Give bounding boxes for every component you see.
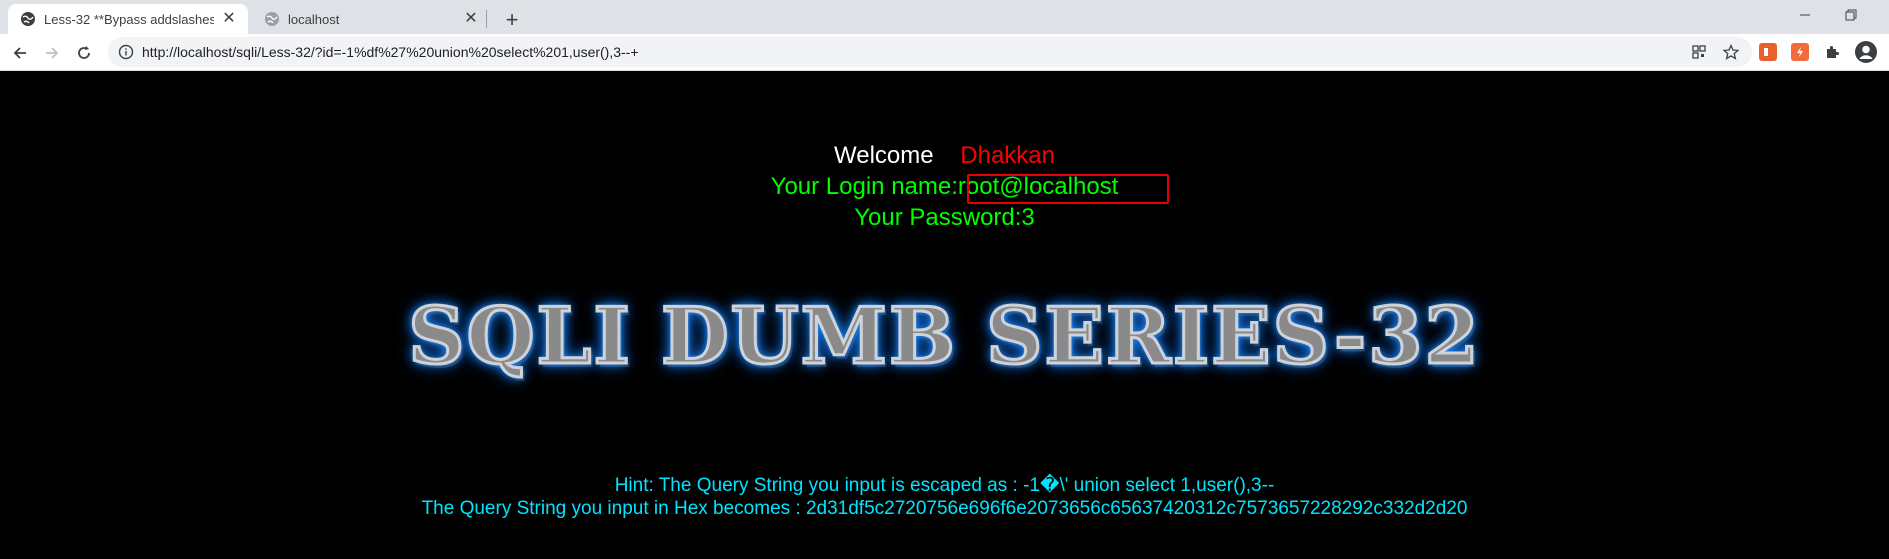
url-text: http://localhost/sqli/Less-32/?id=-1%df%… [142, 44, 639, 60]
minimize-icon[interactable] [1782, 2, 1828, 28]
plus-icon[interactable]: + [498, 6, 526, 34]
star-icon[interactable] [1722, 43, 1740, 61]
welcome-label: Welcome [834, 142, 934, 169]
info-icon[interactable] [118, 44, 134, 60]
highlight-box [967, 174, 1169, 204]
qr-icon[interactable] [1690, 43, 1708, 61]
tab-title: localhost [288, 11, 340, 27]
forward-arrow-icon[interactable] [38, 39, 66, 67]
profile-icon[interactable] [1855, 41, 1877, 63]
welcome-line: Welcome Dhakkan [0, 142, 1889, 170]
hint-line: Hint: The Query String you input is esca… [614, 475, 1275, 496]
back-arrow-icon[interactable] [6, 39, 34, 67]
close-icon[interactable]: ✕ [462, 10, 480, 28]
tab-title: Less-32 **Bypass addslashes()** [44, 11, 214, 27]
login-label: Your Login name: [770, 173, 958, 200]
url-host: http://localhost [142, 44, 233, 60]
tab-strip: Less-32 **Bypass addslashes()** ✕ localh… [0, 0, 1889, 34]
hex-line: The Query String you input in Hex become… [421, 498, 1468, 519]
browser-toolbar: http://localhost/sqli/Less-32/?id=-1%df%… [0, 34, 1889, 71]
tab-localhost[interactable]: localhost ✕ [252, 4, 490, 34]
restore-icon[interactable] [1828, 2, 1874, 28]
password-value: 3 [1021, 204, 1035, 231]
sqli-banner: SQLI DUMB SERIES-32 [407, 290, 1481, 384]
reload-icon[interactable] [70, 39, 98, 67]
address-bar[interactable]: http://localhost/sqli/Less-32/?id=-1%df%… [108, 37, 1752, 67]
tab-separator [486, 10, 487, 28]
tab-less-32[interactable]: Less-32 **Bypass addslashes()** ✕ [8, 4, 248, 34]
password-label: Your Password: [854, 204, 1022, 231]
globe-icon [264, 11, 280, 27]
close-icon[interactable]: ✕ [220, 10, 238, 28]
login-line: Your Login name:root@localhost [0, 173, 1889, 201]
welcome-name: Dhakkan [960, 142, 1055, 169]
page-content: Welcome Dhakkan Your Login name:root@loc… [0, 71, 1889, 559]
extension-orange-icon[interactable] [1759, 43, 1777, 61]
url-path: /sqli/Less-32/?id=-1%df%27%20union%20sel… [232, 44, 639, 60]
extension-red-icon[interactable] [1791, 43, 1809, 61]
puzzle-icon[interactable] [1823, 43, 1841, 61]
password-line: Your Password:3 [0, 204, 1889, 232]
globe-icon [20, 11, 36, 27]
